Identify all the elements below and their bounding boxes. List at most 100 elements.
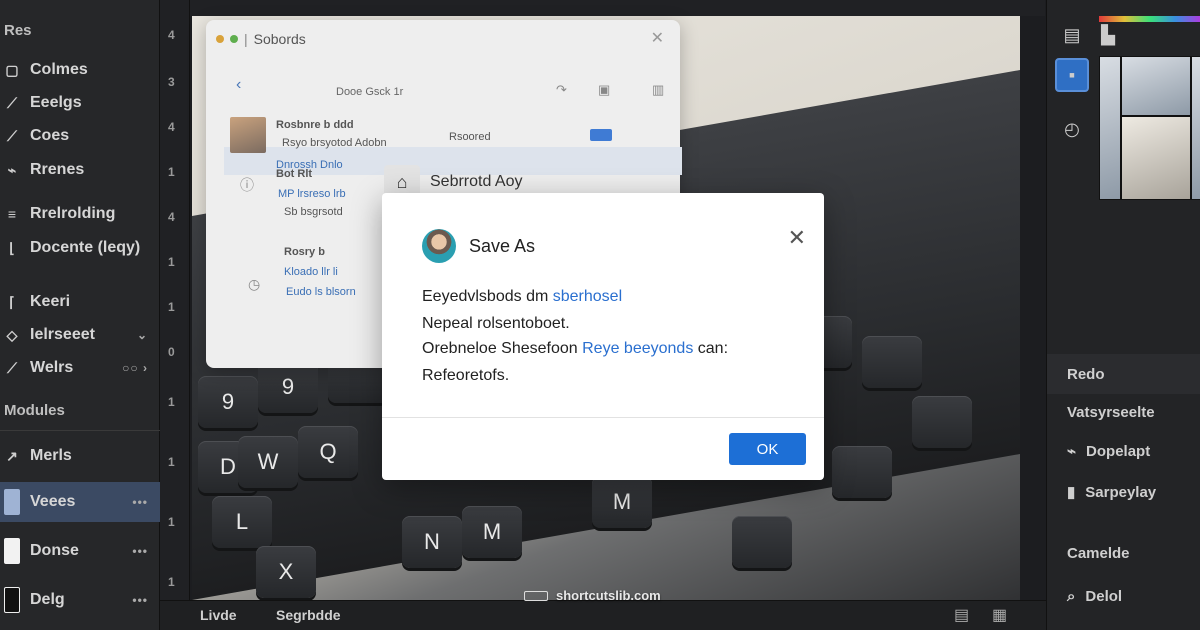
- list-item-title: Bot Rlt: [276, 168, 313, 180]
- sidebar-item-welrs[interactable]: ⟋ Welrs ○○ ›: [0, 348, 160, 388]
- dialog-link[interactable]: Reye beeyonds: [582, 340, 693, 357]
- watermark-text: shortcutslib.com: [556, 588, 661, 603]
- image-icon[interactable]: ▙: [1091, 18, 1125, 52]
- left-sidebar: Res ▢ Colmes ⟋ Eeelgs ⟋ Coes ⌁ Rrenes ≡ …: [0, 0, 160, 630]
- link-icon: ⌁: [1067, 443, 1077, 460]
- window-dot-icon[interactable]: [230, 35, 238, 43]
- vertical-ruler: 4 3 4 1 4 1 1 0 1 1 1 1: [160, 0, 190, 630]
- bottom-tab[interactable]: Livde: [200, 607, 237, 623]
- grid-icon[interactable]: ▦: [992, 605, 1007, 625]
- thumbnail-tool-icon[interactable]: ▪: [1055, 58, 1089, 92]
- ruler-label: 4: [168, 120, 175, 134]
- thumbnail-icon: [4, 587, 20, 613]
- sidebar-item-label: Veees: [30, 493, 76, 510]
- list-item-subtitle: Eudo ls blsorn: [286, 286, 356, 298]
- dialog-text: can:: [697, 340, 729, 357]
- keyboard-key: [732, 516, 792, 568]
- keyboard-key: L: [212, 496, 272, 548]
- more-icon[interactable]: •••: [132, 544, 148, 558]
- saved-indicator-label: Sebrrotd Aoy: [430, 173, 523, 190]
- redo-icon[interactable]: ↷: [556, 82, 567, 98]
- chevron-down-icon[interactable]: ⌄: [137, 328, 148, 342]
- dialog-text-line: Nepeal rolsentoboet.: [422, 315, 570, 332]
- close-icon[interactable]: ✕: [651, 28, 664, 48]
- ruler-label: 1: [168, 300, 175, 314]
- pen-icon: ⟋: [7, 94, 17, 111]
- ruler-label: 0: [168, 345, 175, 359]
- ruler-label: 4: [168, 28, 175, 42]
- sidebar-item-label: Ielrseeet: [30, 326, 95, 343]
- more-icon[interactable]: •••: [132, 495, 148, 509]
- bottom-bar: Livde Segrbdde ▤ ▦: [160, 600, 1046, 630]
- ruler-label: 3: [168, 75, 175, 89]
- list-item-subtitle: MP lrsreso lrb: [278, 188, 346, 200]
- panel-item[interactable]: Camelde: [1067, 545, 1130, 562]
- panel-item[interactable]: Vatsyrseelte: [1067, 404, 1155, 421]
- right-panel: ▤ ▙ ▪ ◴ Redo Vatsyrseelte ⌁ Dopelapt ▮ S…: [1046, 0, 1200, 630]
- bracket-icon: ⌊: [9, 239, 15, 256]
- ruler-label: 4: [168, 210, 175, 224]
- close-icon[interactable]: ✕: [788, 227, 806, 249]
- dialog-text-line: Refeoretofs.: [422, 367, 510, 384]
- window-toolbar: ‹ Dooe Gsck 1r ↷ ▣ ▥: [206, 76, 680, 106]
- sidebar-item-delg[interactable]: Delg •••: [0, 580, 160, 620]
- list-item-title: Rosry b: [284, 246, 325, 258]
- bracket-icon: ⌈: [9, 293, 15, 310]
- dialog-divider: [382, 417, 824, 418]
- panel-item-label: Delol: [1085, 588, 1123, 605]
- sidebar-item-label: Keeri: [30, 293, 71, 310]
- keyboard-key: 9: [258, 361, 318, 413]
- sidebar-item-rrenes[interactable]: ⌁ Rrenes: [0, 150, 160, 190]
- timer-icon[interactable]: ◴: [1055, 112, 1089, 146]
- more-icon[interactable]: •••: [132, 593, 148, 607]
- keyboard-key: M: [462, 506, 522, 558]
- ruler-label: 1: [168, 255, 175, 269]
- sidebar-item-label: Eeelgs: [30, 94, 82, 111]
- pen-icon: ⟋: [7, 359, 17, 376]
- keyboard-key: [832, 446, 892, 498]
- dialog-text-line: Eeyedvlsbods dm sberhosel: [422, 288, 622, 306]
- panel-section-header[interactable]: Redo: [1047, 354, 1200, 394]
- pen-icon: ⟋: [7, 127, 17, 144]
- panel-item[interactable]: ▮ Sarpeylay: [1067, 483, 1156, 502]
- thumbnail[interactable]: [1121, 116, 1191, 200]
- square-icon: ▢: [5, 61, 19, 78]
- keyboard-key: W: [238, 436, 298, 488]
- window-dot-icon[interactable]: [216, 35, 224, 43]
- dialog-link[interactable]: sberhosel: [553, 288, 622, 305]
- bar-icon: ▮: [1067, 484, 1076, 501]
- ok-button[interactable]: OK: [729, 433, 806, 465]
- separator-icon: |: [244, 31, 248, 47]
- keyboard-key: M: [592, 476, 652, 528]
- dialog-text-line: Orebneloe Shesefoon Reye beeyonds can:: [422, 340, 728, 358]
- bottom-tab[interactable]: Segrbdde: [276, 607, 341, 623]
- toolbar-title: Dooe Gsck 1r: [336, 86, 404, 98]
- save-icon[interactable]: ▣: [598, 82, 610, 98]
- trash-icon[interactable]: ▥: [652, 82, 664, 98]
- thumbnail[interactable]: [1099, 56, 1121, 200]
- avatar: [230, 117, 266, 153]
- keyboard-key: 9: [198, 376, 258, 428]
- layers-icon[interactable]: ▤: [1055, 18, 1089, 52]
- sidebar-item-label: Delg: [30, 591, 65, 608]
- thumbnail[interactable]: [1191, 56, 1200, 200]
- layers-icon: ≡: [7, 206, 17, 222]
- save-as-dialog: Save As ✕ Eeyedvlsbods dm sberhosel Nepe…: [382, 193, 824, 480]
- window-titlebar: | Sobords: [206, 20, 680, 58]
- sidebar-item-veees[interactable]: Veees •••: [0, 482, 160, 522]
- sidebar-item-label: Coes: [30, 127, 70, 144]
- panel-section-label: Redo: [1067, 365, 1105, 383]
- info-icon: ⓘ: [240, 177, 254, 193]
- panel-item[interactable]: ⌕ Delol: [1067, 588, 1122, 605]
- chevron-right-icon[interactable]: ○○ ›: [122, 361, 148, 375]
- sidebar-item-donse[interactable]: Donse •••: [0, 531, 160, 571]
- panel-item[interactable]: ⌁ Dopelapt: [1067, 442, 1150, 461]
- grid-icon[interactable]: ▤: [954, 605, 969, 625]
- sidebar-item-label: Welrs: [30, 359, 74, 376]
- sidebar-item-docente[interactable]: ⌊ Docente (leqy): [0, 228, 160, 268]
- sidebar-item-merls[interactable]: ↗ Merls: [0, 436, 160, 476]
- thumbnail[interactable]: [1121, 56, 1191, 116]
- panel-item-label: Vatsyrseelte: [1067, 404, 1155, 421]
- back-arrow-icon[interactable]: ‹: [236, 76, 241, 94]
- dialog-text: Eeyedvlsbods dm: [422, 288, 549, 305]
